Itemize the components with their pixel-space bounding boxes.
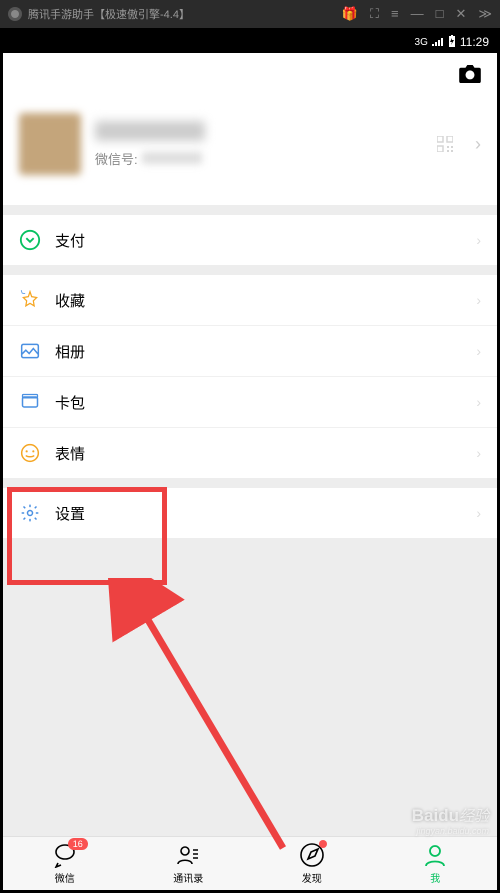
clock: 11:29 [460,35,489,49]
tab-contacts[interactable]: 通讯录 [127,837,251,890]
discover-icon [299,842,325,868]
tab-wechat[interactable]: 16 微信 [3,837,127,890]
minimize-icon[interactable]: — [411,6,424,22]
favorites-icon [19,289,41,311]
sticker-icon [19,442,41,464]
tab-label: 通讯录 [173,870,203,885]
menu-label: 卡包 [55,392,476,413]
menu-label: 支付 [55,230,476,251]
nickname [95,121,205,141]
tabbar: 16 微信 通讯录 发现 我 [3,836,497,890]
empty-area [3,538,497,836]
qrcode-icon[interactable] [437,136,453,152]
android-statusbar: 3G 11:29 [3,31,497,53]
menu-item-cards[interactable]: 卡包 › [3,377,497,428]
menu-item-favorites[interactable]: 收藏 › [3,275,497,326]
app-screen: 微信号: › 支付 › [3,53,497,890]
chevron-right-icon: › [476,445,481,461]
fullscreen-icon[interactable]: ⛶ [370,6,379,22]
tab-label: 发现 [302,870,322,885]
menu-label: 设置 [55,503,476,524]
cards-icon [19,391,41,413]
tab-discover[interactable]: 发现 [250,837,374,890]
emulator-title: 腾讯手游助手【极速傲引擎-4.4】 [28,6,342,22]
close-icon[interactable]: ✕ [455,6,466,22]
tab-label: 我 [430,870,440,885]
profile-info: 微信号: [95,121,423,168]
menu-item-sticker[interactable]: 表情 › [3,428,497,478]
menu-group-content: 收藏 › 相册 › 卡包 › 表情 [3,275,497,478]
battery-icon [448,35,456,50]
more-icon[interactable]: ≫ [478,6,492,22]
pay-icon [19,229,41,251]
menu-icon[interactable]: ≡ [391,6,399,22]
chevron-right-icon: › [476,292,481,308]
badge: 16 [68,838,88,850]
menu-group-pay: 支付 › [3,215,497,265]
maximize-icon[interactable]: □ [436,6,444,22]
menu-label: 相册 [55,341,476,362]
contacts-icon [175,842,201,868]
signal-icon: 3G [415,37,428,48]
camera-icon[interactable] [459,65,481,83]
chevron-right-icon: › [476,232,481,248]
chevron-right-icon: › [475,134,481,155]
menu-label: 表情 [55,443,476,464]
gift-icon[interactable]: 🎁 [342,6,358,22]
avatar [19,113,81,175]
menu-item-album[interactable]: 相册 › [3,326,497,377]
wechat-id-value [142,152,202,164]
settings-icon [19,502,41,524]
tab-me[interactable]: 我 [374,837,498,890]
profile-section[interactable]: 微信号: › [3,95,497,205]
wechat-id-label: 微信号: [95,149,138,168]
dot-badge [319,840,327,848]
wechat-id-row: 微信号: [95,149,423,168]
me-icon [422,842,448,868]
chevron-right-icon: › [476,394,481,410]
chevron-right-icon: › [476,505,481,521]
emulator-logo-icon [8,7,22,21]
emulator-titlebar: 腾讯手游助手【极速傲引擎-4.4】 🎁 ⛶ ≡ — □ ✕ ≫ [0,0,500,28]
signal-bars-icon [432,35,444,49]
chevron-right-icon: › [476,343,481,359]
chat-icon: 16 [52,842,78,868]
menu-item-pay[interactable]: 支付 › [3,215,497,265]
menu-item-settings[interactable]: 设置 › [3,488,497,538]
phone-frame: 3G 11:29 微信号: [0,28,500,893]
header-bar [3,53,497,95]
album-icon [19,340,41,362]
menu-group-settings: 设置 › [3,488,497,538]
tab-label: 微信 [55,870,75,885]
menu-label: 收藏 [55,290,476,311]
